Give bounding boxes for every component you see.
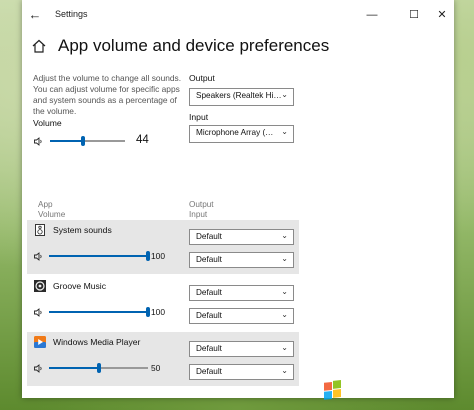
settings-window: ← Settings — ☐ ✕ App volume and device p… bbox=[22, 0, 454, 398]
column-header-input: Input bbox=[189, 210, 208, 219]
back-arrow-icon[interactable]: ← bbox=[26, 6, 44, 24]
app-volume-value: 50 bbox=[151, 363, 161, 373]
dropdown-value: Default bbox=[196, 232, 222, 241]
app-name: Windows Media Player bbox=[53, 337, 141, 347]
app-name: System sounds bbox=[53, 225, 112, 235]
column-header-output: Output bbox=[189, 200, 214, 209]
home-icon[interactable] bbox=[31, 38, 47, 54]
app-volume-slider[interactable] bbox=[49, 363, 148, 373]
speaker-icon[interactable] bbox=[34, 252, 44, 261]
slider-fill bbox=[50, 140, 83, 142]
master-volume-value: 44 bbox=[136, 134, 149, 146]
app-input-dropdown[interactable]: Default ⌄ bbox=[189, 252, 294, 268]
app-output-dropdown[interactable]: Default ⌄ bbox=[189, 285, 294, 301]
slider-thumb[interactable] bbox=[81, 136, 85, 146]
chevron-down-icon: ⌄ bbox=[281, 287, 288, 296]
chevron-down-icon: ⌄ bbox=[281, 366, 288, 375]
chevron-down-icon: ⌄ bbox=[281, 310, 288, 319]
page-title: App volume and device preferences bbox=[58, 36, 330, 55]
speaker-icon[interactable] bbox=[34, 137, 44, 146]
speaker-icon[interactable] bbox=[34, 364, 44, 373]
slider-fill bbox=[49, 255, 148, 257]
slider-fill bbox=[49, 367, 99, 369]
speaker-icon[interactable] bbox=[34, 308, 44, 317]
system-sounds-icon bbox=[35, 224, 45, 236]
app-output-dropdown[interactable]: Default ⌄ bbox=[189, 229, 294, 245]
dropdown-value: Default bbox=[196, 344, 222, 353]
dropdown-value: Default bbox=[196, 288, 222, 297]
slider-thumb[interactable] bbox=[96, 363, 101, 373]
app-volume-slider[interactable] bbox=[49, 251, 150, 261]
window-title: Settings bbox=[55, 9, 88, 19]
app-name: Groove Music bbox=[53, 281, 107, 291]
app-volume-slider[interactable] bbox=[49, 307, 150, 317]
input-device-dropdown[interactable]: Microphone Array (… ⌄ bbox=[189, 125, 294, 143]
column-header-volume: Volume bbox=[38, 210, 66, 219]
chevron-down-icon: ⌄ bbox=[281, 127, 288, 136]
winbuzzer-logo: WinBuzzer bbox=[324, 380, 423, 402]
dropdown-value: Default bbox=[196, 255, 222, 264]
title-bar: ← Settings — ☐ ✕ bbox=[22, 0, 454, 30]
input-label: Input bbox=[189, 112, 209, 122]
minimize-button[interactable]: — bbox=[362, 6, 382, 24]
maximize-button[interactable]: ☐ bbox=[404, 6, 424, 24]
close-button[interactable]: ✕ bbox=[432, 6, 452, 24]
slider-thumb[interactable] bbox=[146, 251, 150, 261]
dropdown-value: Default bbox=[196, 311, 222, 320]
output-label: Output bbox=[189, 73, 215, 83]
page-description: Adjust the volume to change all sounds. … bbox=[33, 73, 182, 116]
chevron-down-icon: ⌄ bbox=[281, 254, 288, 263]
groove-music-icon bbox=[34, 280, 46, 292]
app-volume-value: 100 bbox=[151, 307, 165, 317]
column-header-app: App bbox=[38, 200, 53, 209]
output-device-dropdown[interactable]: Speakers (Realtek Hi… ⌄ bbox=[189, 88, 294, 106]
dropdown-value: Speakers (Realtek Hi… bbox=[196, 91, 282, 100]
chevron-down-icon: ⌄ bbox=[281, 231, 288, 240]
app-input-dropdown[interactable]: Default ⌄ bbox=[189, 364, 294, 380]
windows-media-player-icon bbox=[34, 336, 46, 348]
app-volume-value: 100 bbox=[151, 251, 165, 261]
master-volume-slider[interactable] bbox=[50, 136, 125, 146]
app-input-dropdown[interactable]: Default ⌄ bbox=[189, 308, 294, 324]
app-output-dropdown[interactable]: Default ⌄ bbox=[189, 341, 294, 357]
slider-fill bbox=[49, 311, 148, 313]
slider-thumb[interactable] bbox=[146, 307, 150, 317]
chevron-down-icon: ⌄ bbox=[281, 90, 288, 99]
volume-label: Volume bbox=[33, 118, 62, 128]
chevron-down-icon: ⌄ bbox=[281, 343, 288, 352]
dropdown-value: Default bbox=[196, 367, 222, 376]
dropdown-value: Microphone Array (… bbox=[196, 128, 274, 137]
watermark-text: WinBuzzer bbox=[346, 385, 423, 402]
